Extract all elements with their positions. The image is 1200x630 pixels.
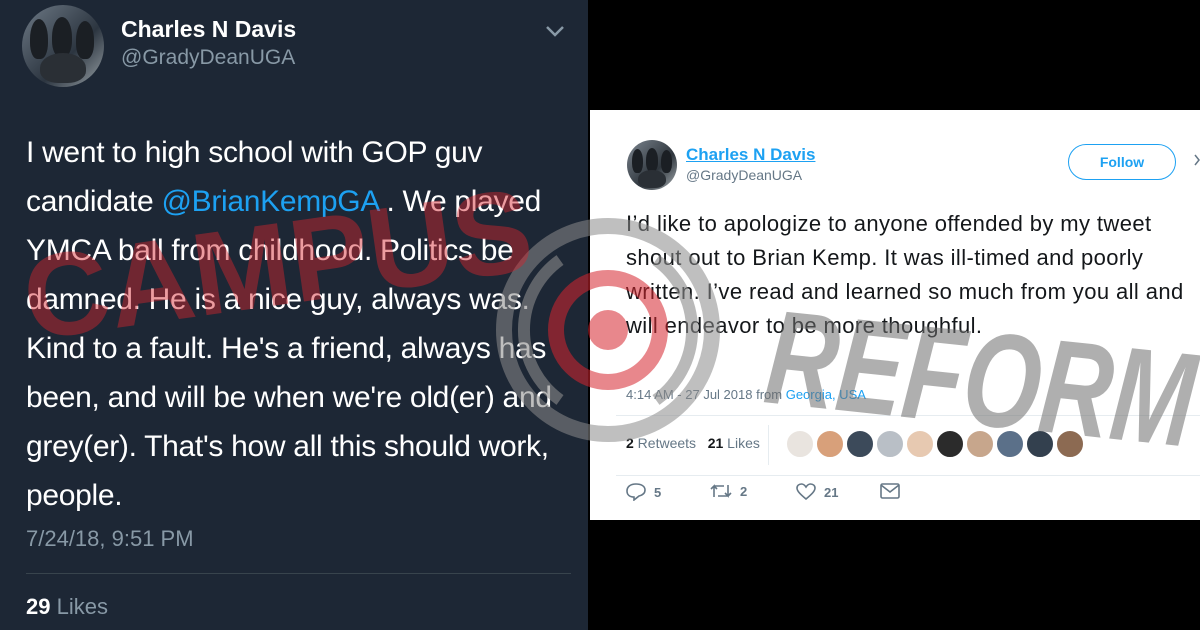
light-tweet-card: Charles N Davis @GradyDeanUGA Follow I’d… <box>590 110 1200 520</box>
tweet-meta: 4:14 AM - 27 Jul 2018 from Georgia, USA <box>626 387 866 402</box>
reply-button[interactable]: 5 <box>626 483 661 501</box>
divider <box>616 415 1200 416</box>
follow-button[interactable]: Follow <box>1068 144 1176 180</box>
avatar[interactable] <box>627 140 677 190</box>
retweet-count: 2 <box>740 483 748 499</box>
avatar[interactable] <box>1056 430 1084 458</box>
likes-label: Likes <box>50 594 108 619</box>
tweet-timestamp[interactable]: 7/24/18, 9:51 PM <box>26 526 194 552</box>
dark-tweet-card: Charles N Davis @GradyDeanUGA I went to … <box>0 0 588 630</box>
tweet-text: I’d like to apologize to anyone offended… <box>626 211 1184 338</box>
likes-number: 21 <box>707 435 724 451</box>
avatar[interactable] <box>936 430 964 458</box>
divider <box>768 425 769 465</box>
like-button[interactable]: 21 <box>796 483 838 501</box>
reply-icon <box>626 483 646 501</box>
avatar[interactable] <box>906 430 934 458</box>
reply-count: 5 <box>654 484 662 500</box>
mention-link[interactable]: @BrianKempGA <box>161 185 378 218</box>
avatar[interactable] <box>22 5 104 87</box>
avatar[interactable] <box>966 430 994 458</box>
avatar[interactable] <box>846 430 874 458</box>
tweet-timestamp[interactable]: 4:14 AM - 27 Jul 2018 from <box>626 387 786 402</box>
retweets-label: Retweets <box>633 435 697 451</box>
display-name[interactable]: Charles N Davis <box>121 16 296 43</box>
avatar[interactable] <box>996 430 1024 458</box>
tweet-stats: 2 Retweets 21 Likes <box>626 435 760 451</box>
divider <box>26 573 571 574</box>
direct-message-icon <box>880 483 900 499</box>
likes-stat[interactable]: 21 Likes <box>708 435 760 451</box>
location-link[interactable]: Georgia, USA <box>786 387 866 402</box>
retweets-number: 2 <box>626 435 634 451</box>
heart-icon <box>796 483 816 501</box>
chevron-icon[interactable] <box>1194 154 1200 166</box>
chevron-down-icon[interactable] <box>544 20 566 42</box>
avatar[interactable] <box>786 430 814 458</box>
tweet-text: I went to high school with GOP guv candi… <box>26 128 571 520</box>
likes-count[interactable]: 29 Likes <box>26 594 108 620</box>
like-count: 21 <box>824 484 839 500</box>
user-handle[interactable]: @GradyDeanUGA <box>686 167 802 183</box>
likes-number: 29 <box>26 594 51 619</box>
direct-message-button[interactable] <box>880 483 900 499</box>
display-name[interactable]: Charles N Davis <box>686 145 815 165</box>
retweet-icon <box>710 484 732 498</box>
likes-label: Likes <box>723 435 760 451</box>
avatar[interactable] <box>816 430 844 458</box>
retweets-stat[interactable]: 2 Retweets <box>626 435 696 451</box>
avatar[interactable] <box>1026 430 1054 458</box>
avatar[interactable] <box>876 430 904 458</box>
user-handle[interactable]: @GradyDeanUGA <box>121 46 295 70</box>
retweet-button[interactable]: 2 <box>710 483 747 499</box>
tweet-text-part: . We played YMCA ball from childhood. Po… <box>26 185 552 512</box>
divider <box>616 475 1200 476</box>
